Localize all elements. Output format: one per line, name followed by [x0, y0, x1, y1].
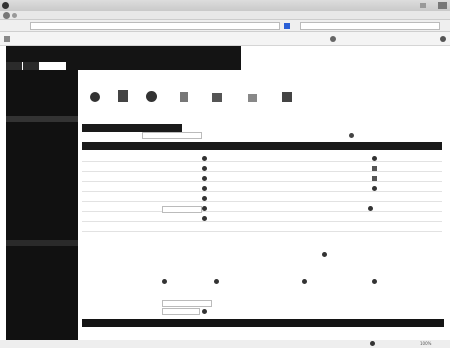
- toolbar-icon-3[interactable]: [146, 91, 157, 102]
- toolbar-icon-2[interactable]: [118, 90, 128, 102]
- zoom-level[interactable]: 100%: [420, 341, 448, 346]
- sidebar: [6, 70, 78, 340]
- row-icon[interactable]: [214, 279, 219, 284]
- panel-title-bar: [82, 124, 182, 132]
- section-header: [82, 142, 442, 150]
- select-input[interactable]: [162, 300, 212, 307]
- menu-bar: [0, 11, 450, 20]
- select-icon[interactable]: [202, 309, 207, 314]
- status-icon: [370, 341, 375, 346]
- address-bar-row: [0, 20, 450, 32]
- row-icon[interactable]: [372, 186, 377, 191]
- sidebar-active-item[interactable]: [6, 116, 78, 122]
- filter-icon[interactable]: [349, 133, 354, 138]
- row-icon[interactable]: [372, 156, 377, 161]
- close-icon[interactable]: [438, 2, 447, 9]
- header-banner: [66, 46, 241, 70]
- toolbar-icon-1[interactable]: [90, 92, 100, 102]
- logo-area: [6, 46, 66, 62]
- toolbar-icon-5[interactable]: [212, 93, 222, 102]
- select-input[interactable]: [162, 308, 200, 315]
- row-icon[interactable]: [322, 252, 327, 257]
- header-tab-2[interactable]: [23, 62, 39, 70]
- back-icon[interactable]: [3, 12, 10, 19]
- toolbar-icon-4[interactable]: [180, 92, 188, 102]
- app-header: [0, 46, 450, 70]
- row-icon[interactable]: [302, 279, 307, 284]
- bookmarks-bar: [0, 32, 450, 46]
- row-icon[interactable]: [202, 206, 207, 211]
- toolbar-icon-7[interactable]: [282, 92, 292, 102]
- row-icon[interactable]: [162, 279, 167, 284]
- row-icon[interactable]: [202, 166, 207, 171]
- row-icon[interactable]: [372, 166, 377, 171]
- page-icon[interactable]: [330, 36, 336, 42]
- browser-titlebar: [0, 0, 450, 11]
- row-icon[interactable]: [372, 279, 377, 284]
- row-icon[interactable]: [202, 186, 207, 191]
- row-icon[interactable]: [202, 156, 207, 161]
- bookmark-icon[interactable]: [4, 36, 10, 42]
- row-icon[interactable]: [202, 176, 207, 181]
- row-icon[interactable]: [368, 206, 373, 211]
- row-icon[interactable]: [202, 196, 207, 201]
- footer-bar: [82, 319, 444, 327]
- filter-input[interactable]: [142, 132, 202, 139]
- status-bar: 100%: [0, 340, 450, 348]
- search-input[interactable]: [300, 22, 440, 30]
- go-icon[interactable]: [284, 23, 290, 29]
- header-tab-1[interactable]: [6, 62, 22, 70]
- main-panel: [82, 124, 444, 344]
- toolbar: [82, 86, 422, 116]
- tools-icon[interactable]: [440, 36, 446, 42]
- sidebar-section-header[interactable]: [6, 240, 78, 246]
- forward-icon[interactable]: [12, 13, 17, 18]
- toolbar-icon-6[interactable]: [248, 94, 257, 102]
- row-icon[interactable]: [372, 176, 377, 181]
- address-input[interactable]: [30, 22, 280, 30]
- browser-logo-icon: [2, 2, 9, 9]
- minimize-icon[interactable]: [420, 3, 426, 8]
- row-icon[interactable]: [202, 216, 207, 221]
- date-input[interactable]: [162, 206, 202, 213]
